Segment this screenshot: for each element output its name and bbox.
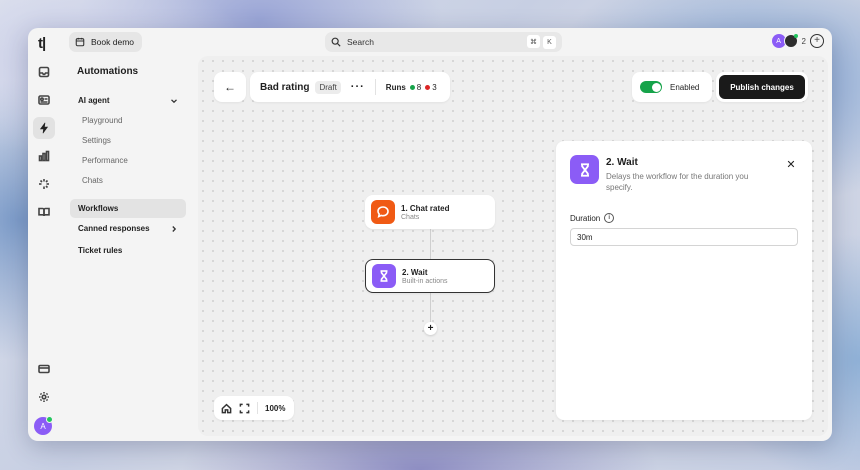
- workflow-node-wait[interactable]: 2. Wait Built-in actions: [365, 259, 495, 293]
- nav-chats[interactable]: Chats: [70, 171, 186, 190]
- runs-failed-count: 3: [432, 82, 437, 92]
- node-subtitle: Built-in actions: [402, 277, 448, 285]
- automations-icon[interactable]: [33, 117, 55, 139]
- node-subtitle: Chats: [401, 213, 420, 221]
- workflow-header: Bad rating Draft ··· Runs 8 3: [250, 72, 450, 102]
- nav-canned-responses[interactable]: Canned responses: [70, 219, 186, 238]
- workflow-node-trigger[interactable]: 1. Chat rated Chats: [365, 195, 495, 229]
- status-badge: Draft: [315, 80, 341, 94]
- runs-success-count: 8: [416, 82, 422, 92]
- nav-settings-label: Settings: [82, 136, 111, 145]
- nav-ticket-rules[interactable]: Ticket rules: [70, 241, 186, 260]
- enabled-toggle-card: Enabled: [632, 72, 712, 102]
- app-window: t| Book demo Search ⌘ K A 2 + A Automati…: [28, 28, 832, 441]
- back-arrow-icon: ←: [224, 80, 236, 94]
- runs-summary[interactable]: Runs 8 3: [386, 83, 437, 92]
- publish-changes-button[interactable]: Publish changes: [719, 75, 805, 99]
- app-logo[interactable]: t|: [38, 35, 46, 52]
- workflow-name[interactable]: Bad rating: [260, 82, 309, 93]
- nav-ticket-rules-label: Ticket rules: [78, 246, 123, 255]
- home-icon[interactable]: [221, 403, 232, 414]
- nav-playground-label: Playground: [82, 116, 123, 125]
- more-options-icon[interactable]: ···: [351, 81, 365, 93]
- node-title: 2. Wait: [402, 267, 428, 277]
- nav-ai-agent-label: AI agent: [78, 96, 110, 105]
- top-bar: t| Book demo Search ⌘ K A 2 +: [28, 28, 832, 58]
- search-bar[interactable]: Search ⌘ K: [325, 32, 562, 52]
- hourglass-icon: [372, 264, 396, 288]
- knowledge-icon[interactable]: [33, 201, 55, 223]
- nav-title: Automations: [77, 66, 139, 77]
- back-button[interactable]: ←: [214, 72, 246, 102]
- book-demo-label: Book demo: [91, 37, 134, 47]
- nav-settings[interactable]: Settings: [70, 131, 186, 150]
- add-step-button[interactable]: +: [424, 322, 437, 335]
- nav-playground[interactable]: Playground: [70, 111, 186, 130]
- info-icon[interactable]: i: [604, 213, 615, 223]
- collaborators: A 2 +: [771, 34, 824, 48]
- settings-icon[interactable]: [33, 386, 55, 408]
- nav-performance[interactable]: Performance: [70, 151, 186, 170]
- invite-plus-icon[interactable]: +: [810, 34, 824, 48]
- search-icon: [331, 37, 341, 47]
- collaborator-avatar[interactable]: [783, 34, 798, 48]
- ai-sparkle-icon[interactable]: [33, 173, 55, 195]
- panel-description: Delays the workflow for the duration you…: [606, 172, 749, 193]
- enabled-toggle[interactable]: [640, 81, 662, 93]
- success-dot-icon: [409, 84, 415, 90]
- nav-chats-label: Chats: [82, 176, 103, 185]
- node-connector: [430, 293, 431, 323]
- search-label: Search: [347, 37, 374, 47]
- book-demo-button[interactable]: Book demo: [69, 32, 142, 52]
- icon-rail: [28, 58, 60, 441]
- nav-workflows[interactable]: Workflows: [70, 199, 186, 218]
- account-avatar[interactable]: A: [34, 416, 53, 435]
- zoom-level[interactable]: 100%: [265, 404, 285, 413]
- nav-workflows-label: Workflows: [78, 204, 119, 213]
- canvas-controls: 100%: [214, 396, 294, 420]
- divider: [257, 402, 258, 414]
- node-title: 1. Chat rated: [401, 203, 450, 213]
- duration-input[interactable]: 30m: [570, 228, 798, 246]
- billing-icon[interactable]: [33, 358, 55, 380]
- hourglass-icon: [570, 155, 599, 184]
- shortcut-k-key: K: [543, 35, 556, 49]
- nav-canned-responses-label: Canned responses: [78, 224, 150, 233]
- close-icon[interactable]: ✕: [782, 155, 800, 173]
- chat-bubble-icon: [371, 200, 395, 224]
- divider: [374, 79, 376, 95]
- shortcut-mod-key: ⌘: [527, 35, 540, 49]
- chevron-right-icon: [172, 225, 177, 232]
- publish-card: Publish changes: [716, 72, 808, 102]
- chevron-down-icon: [171, 98, 177, 103]
- inbox-icon[interactable]: [33, 61, 55, 83]
- failed-dot-icon: [425, 84, 431, 90]
- nav-ai-agent[interactable]: AI agent: [70, 91, 186, 110]
- fit-view-icon[interactable]: [239, 403, 250, 414]
- nav-performance-label: Performance: [82, 156, 128, 165]
- duration-label-text: Duration: [570, 213, 601, 223]
- analytics-icon[interactable]: [33, 145, 55, 167]
- duration-label: Duration i: [570, 213, 615, 223]
- collaborator-count: 2: [801, 36, 806, 46]
- node-connector: [430, 229, 431, 259]
- contacts-icon[interactable]: [33, 89, 55, 111]
- calendar-icon: [75, 37, 85, 47]
- panel-title: 2. Wait: [606, 157, 638, 168]
- step-detail-panel: 2. Wait Delays the workflow for the dura…: [556, 141, 812, 420]
- workflow-canvas[interactable]: ← Bad rating Draft ··· Runs 8 3 Enabled …: [198, 56, 828, 436]
- runs-label: Runs: [385, 82, 406, 92]
- enabled-label: Enabled: [670, 82, 700, 92]
